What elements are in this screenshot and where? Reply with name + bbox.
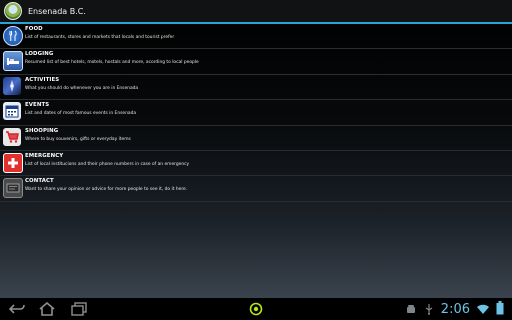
compass-icon	[3, 76, 21, 95]
app-logo-icon[interactable]	[4, 2, 22, 20]
back-arrow-icon[interactable]	[8, 301, 26, 317]
item-title: LODGING	[25, 51, 54, 58]
shopping-cart-icon	[3, 127, 21, 146]
item-description: Resumed list of best hotels, motels, hos…	[25, 60, 199, 66]
list-item-food[interactable]: FOOD List of restaurants, stores and mar…	[0, 24, 512, 50]
app-title: Ensenada B.C.	[28, 6, 86, 16]
contact-card-icon	[3, 178, 23, 199]
list-item-shopping[interactable]: SHOOPING Where to buy souvenirs, gifts o…	[0, 126, 512, 151]
usb-icon	[423, 300, 435, 319]
system-navigation-bar: 2:06	[0, 298, 512, 320]
item-description: List of local institucions and their pho…	[25, 161, 190, 167]
item-description: List of restaurants, stores and markets …	[25, 35, 175, 40]
item-title: EVENTS	[25, 102, 50, 109]
list-item-activities[interactable]: ACTIVITIES What you should do whenever y…	[0, 75, 512, 101]
android-debug-icon	[405, 300, 417, 319]
list-item-emergency[interactable]: EMERGENCY List of local institucions and…	[0, 151, 512, 177]
category-list: FOOD List of restaurants, stores and mar…	[0, 24, 512, 202]
calendar-icon	[3, 102, 21, 121]
item-title: FOOD	[25, 26, 43, 32]
list-item-events[interactable]: EVENTS List and dates of most famous eve…	[0, 100, 512, 126]
item-description: What you should do whenever you are in E…	[25, 85, 139, 91]
item-description: Want to share your opinion or advice for…	[25, 187, 188, 193]
app-screen: Ensenada B.C. FOOD List of restaurants, …	[0, 0, 512, 298]
status-clock: 2:06	[440, 301, 470, 317]
recent-apps-icon[interactable]	[70, 301, 88, 317]
battery-icon	[496, 300, 504, 319]
status-area: 2:06	[405, 298, 504, 320]
home-icon[interactable]	[38, 301, 56, 317]
fork-knife-icon	[3, 26, 23, 46]
item-title: CONTACT	[25, 178, 54, 185]
item-description: List and dates of most famous events in …	[25, 111, 137, 117]
list-item-contact[interactable]: CONTACT Want to share your opinion or ad…	[0, 176, 512, 202]
list-item-lodging[interactable]: LODGING Resumed list of best hotels, mot…	[0, 49, 512, 75]
red-cross-icon	[3, 152, 23, 173]
action-bar: Ensenada B.C.	[0, 0, 512, 22]
item-title: SHOOPING	[25, 127, 59, 134]
item-title: ACTIVITIES	[25, 76, 60, 83]
bed-icon	[3, 51, 23, 72]
item-title: EMERGENCY	[25, 152, 64, 159]
item-description: Where to buy souvenirs, gifts or everyda…	[25, 136, 131, 142]
app-indicator-icon[interactable]	[248, 301, 264, 317]
wifi-icon	[476, 300, 490, 319]
